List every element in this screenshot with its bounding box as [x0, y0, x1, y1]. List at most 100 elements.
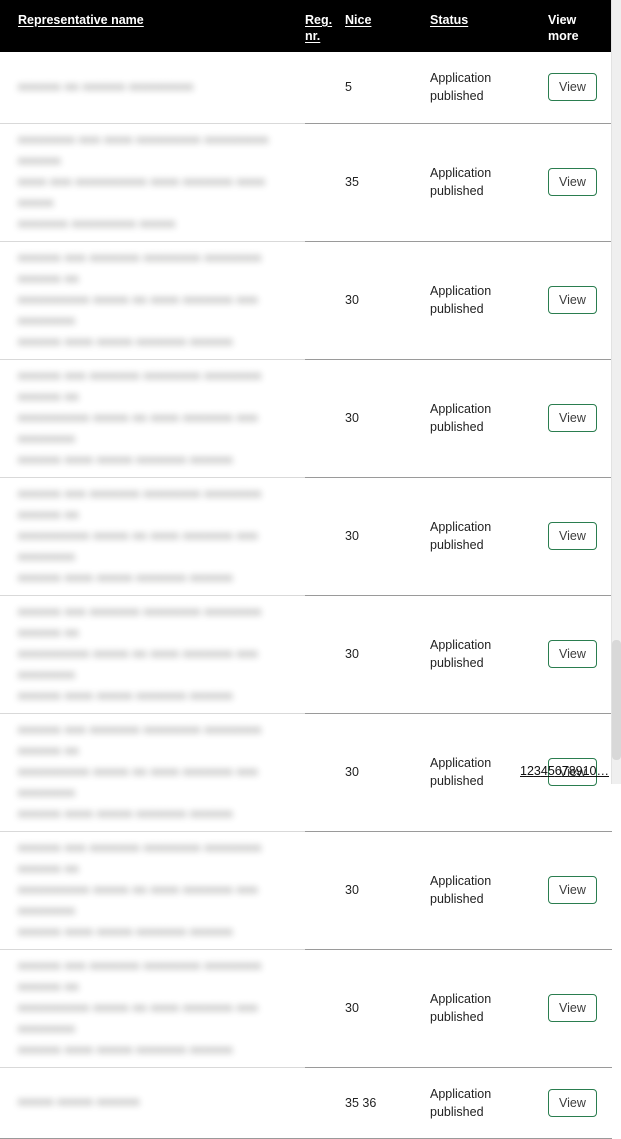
cell-view-more: View [548, 949, 612, 1068]
cell-representative-name: nnnnnn nnn nnnnnnn nnnnnnnn nnnnnnnn nnn… [0, 241, 305, 360]
cell-representative-name: nnnnnn nnn nnnnnnn nnnnnnnn nnnnnnnn nnn… [0, 477, 305, 596]
cell-view-more: View [548, 123, 612, 242]
cell-nice: 30 [345, 359, 430, 478]
view-button[interactable]: View [548, 1088, 597, 1117]
cell-representative-name: nnnnnn nnn nnnnnnn nnnnnnnn nnnnnnnn nnn… [0, 949, 305, 1068]
pagination-page-9[interactable]: 9 [576, 764, 583, 778]
view-button[interactable]: View [548, 876, 597, 904]
representative-name-redacted: nnnnnn nnn nnnnnnn nnnnnnnn nnnnnnnn nnn… [18, 486, 262, 585]
table-header: Representative name Reg. nr. Nice Status… [0, 0, 612, 52]
representative-name-redacted: nnnnnnnn nnn nnnn nnnnnnnnn nnnnnnnnn nn… [18, 132, 269, 231]
representative-name-redacted: nnnnnn nnn nnnnnnn nnnnnnnn nnnnnnnn nnn… [18, 604, 262, 703]
cell-nice: 35 [345, 123, 430, 242]
vertical-scrollbar-thumb[interactable] [612, 640, 621, 760]
cell-reg-nr [305, 359, 345, 478]
view-button[interactable]: View [548, 522, 597, 550]
cell-status: Application published [430, 1067, 548, 1139]
representative-name-redacted: nnnnn nnnnn nnnnnn [18, 1095, 140, 1109]
representative-name-redacted: nnnnnn nnn nnnnnnn nnnnnnnn nnnnnnnn nnn… [18, 958, 262, 1057]
view-button[interactable]: View [548, 168, 597, 196]
cell-representative-name: nnnnnn nnn nnnnnnn nnnnnnnn nnnnnnnn nnn… [0, 359, 305, 478]
pagination-page-6[interactable]: 6 [555, 764, 562, 778]
cell-nice: 35 36 [345, 1067, 430, 1139]
cell-view-more: View [548, 241, 612, 360]
cell-reg-nr [305, 713, 345, 832]
cell-status: Application published [430, 359, 548, 478]
cell-reg-nr [305, 477, 345, 596]
cell-reg-nr [305, 52, 345, 124]
vertical-scrollbar-track[interactable] [611, 0, 621, 784]
cell-status: Application published [430, 123, 548, 242]
sort-link-reg-nr[interactable]: Reg. nr. [305, 13, 332, 43]
cell-view-more: View [548, 359, 612, 478]
cell-representative-name: nnnnnn nnn nnnnnnn nnnnnnnn nnnnnnnn nnn… [0, 831, 305, 950]
pagination-page-8[interactable]: 8 [569, 764, 576, 778]
pagination-page-10[interactable]: 10 [583, 764, 597, 778]
cell-status: Application published [430, 831, 548, 950]
representative-name-redacted: nnnnnn nnn nnnnnnn nnnnnnnn nnnnnnnn nnn… [18, 250, 262, 349]
table-row: nnnnnn nnn nnnnnnn nnnnnnnn nnnnnnnn nnn… [0, 241, 612, 360]
column-header-nice[interactable]: Nice [345, 0, 430, 52]
cell-reg-nr [305, 1067, 345, 1139]
sort-link-nice[interactable]: Nice [345, 13, 371, 27]
column-header-name[interactable]: Representative name [0, 0, 305, 52]
cell-representative-name: nnnnnn nnn nnnnnnn nnnnnnnn nnnnnnnn nnn… [0, 713, 305, 832]
view-button[interactable]: View [548, 73, 597, 102]
cell-status: Application published [430, 52, 548, 124]
column-header-status[interactable]: Status [430, 0, 548, 52]
sort-link-representative-name[interactable]: Representative name [18, 13, 144, 27]
cell-status: Application published [430, 949, 548, 1068]
cell-status: Application published [430, 595, 548, 714]
cell-representative-name: nnnnnnnn nnn nnnn nnnnnnnnn nnnnnnnnn nn… [0, 123, 305, 242]
cell-nice: 30 [345, 949, 430, 1068]
cell-reg-nr [305, 241, 345, 360]
representatives-table: Representative name Reg. nr. Nice Status… [0, 0, 612, 1139]
cell-representative-name: nnnnnn nnn nnnnnnn nnnnnnnn nnnnnnnn nnn… [0, 595, 305, 714]
cell-view-more: View [548, 52, 612, 124]
cell-nice: 30 [345, 241, 430, 360]
pagination-page-7[interactable]: 7 [562, 764, 569, 778]
cell-nice: 30 [345, 713, 430, 832]
column-header-view-more: View more [548, 0, 612, 52]
cell-reg-nr [305, 949, 345, 1068]
pagination-page-2[interactable]: 2 [527, 764, 534, 778]
table-header-row: Representative name Reg. nr. Nice Status… [0, 0, 612, 52]
table-row: nnnnnnnn nnn nnnn nnnnnnnnn nnnnnnnnn nn… [0, 123, 612, 242]
table-row: nnnnnn nnn nnnnnnn nnnnnnnn nnnnnnnn nnn… [0, 949, 612, 1068]
cell-nice: 30 [345, 831, 430, 950]
table-row: nnnnnn nnn nnnnnnn nnnnnnnn nnnnnnnn nnn… [0, 831, 612, 950]
pagination-ellipsis[interactable]: … [597, 764, 610, 778]
cell-view-more: View [548, 595, 612, 714]
sort-link-status[interactable]: Status [430, 13, 468, 27]
cell-reg-nr [305, 595, 345, 714]
representative-name-redacted: nnnnnn nnn nnnnnnn nnnnnnnn nnnnnnnn nnn… [18, 840, 262, 939]
pagination-page-1[interactable]: 1 [520, 764, 527, 778]
pagination-page-3[interactable]: 3 [534, 764, 541, 778]
view-button[interactable]: View [548, 286, 597, 314]
cell-reg-nr [305, 831, 345, 950]
pagination-page-5[interactable]: 5 [548, 764, 555, 778]
table-row: nnnnnn nnn nnnnnnn nnnnnnnn nnnnnnnn nnn… [0, 595, 612, 714]
column-header-reg-nr[interactable]: Reg. nr. [305, 0, 345, 52]
cell-nice: 5 [345, 52, 430, 124]
cell-status: Application published [430, 241, 548, 360]
cell-representative-name: nnnnn nnnnn nnnnnn [0, 1067, 305, 1139]
column-header-view-more-label: View more [548, 13, 579, 43]
representative-name-redacted: nnnnnn nn nnnnnn nnnnnnnnn [18, 79, 194, 94]
table-body: nnnnnn nn nnnnnn nnnnnnnnn 5 Application p… [0, 52, 612, 1139]
pagination[interactable]: 12345678910… [520, 764, 609, 778]
cell-representative-name: nnnnnn nn nnnnnn nnnnnnnnn [0, 52, 305, 124]
representative-name-redacted: nnnnnn nnn nnnnnnn nnnnnnnn nnnnnnnn nnn… [18, 368, 262, 467]
cell-view-more: View [548, 831, 612, 950]
pagination-page-4[interactable]: 4 [541, 764, 548, 778]
view-button[interactable]: View [548, 640, 597, 668]
cell-nice: 30 [345, 595, 430, 714]
view-button[interactable]: View [548, 404, 597, 432]
cell-view-more: View [548, 1067, 612, 1139]
table-row: nnnnn nnnnn nnnnnn 35 36 Application publi… [0, 1067, 612, 1139]
cell-view-more: View [548, 477, 612, 596]
cell-reg-nr [305, 123, 345, 242]
representative-name-redacted: nnnnnn nnn nnnnnnn nnnnnnnn nnnnnnnn nnn… [18, 722, 262, 821]
view-button[interactable]: View [548, 994, 597, 1022]
cell-nice: 30 [345, 477, 430, 596]
